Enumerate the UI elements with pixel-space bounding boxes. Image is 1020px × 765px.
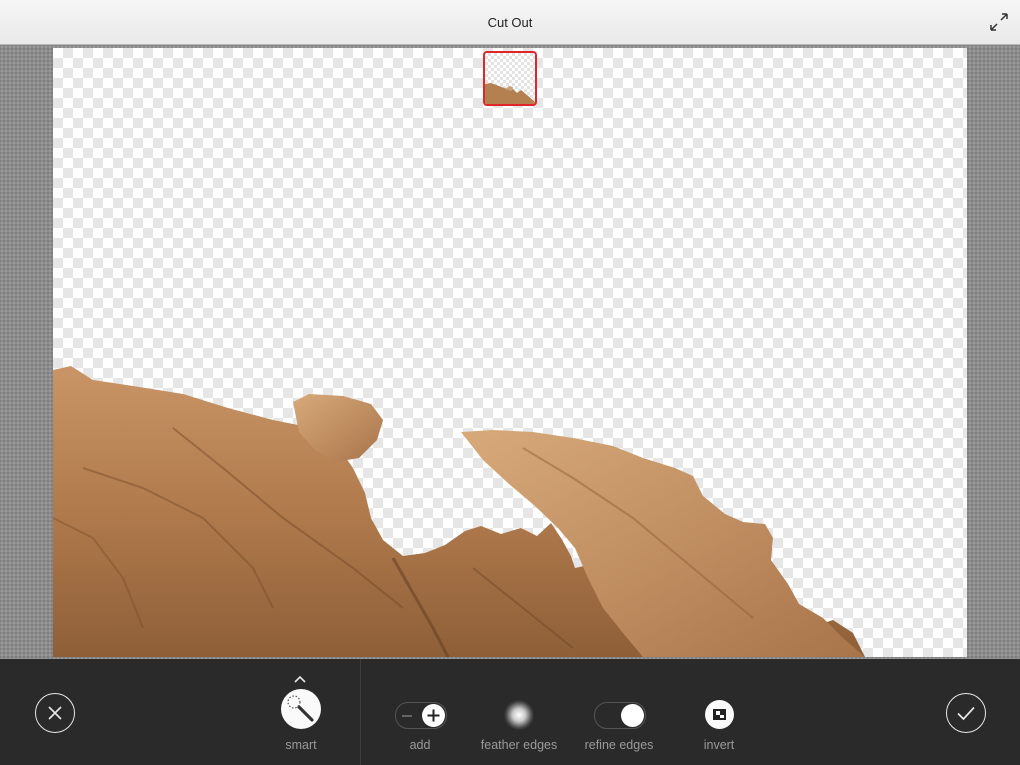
- refine-edges-tool[interactable]: refine edges: [575, 659, 665, 765]
- chevron-up-icon[interactable]: [293, 674, 307, 684]
- invert-tool[interactable]: invert: [690, 659, 748, 765]
- minus-icon: [402, 715, 412, 717]
- invert-mask-icon: [705, 700, 734, 729]
- checkmark-icon: [957, 706, 975, 721]
- add-toggle[interactable]: [395, 702, 447, 729]
- feather-edges-label: feather edges: [480, 738, 558, 752]
- expand-arrows-icon[interactable]: [988, 11, 1010, 33]
- image-canvas[interactable]: [53, 48, 967, 657]
- add-label: add: [409, 738, 431, 752]
- workspace: [0, 45, 1020, 659]
- smart-label: smart: [285, 738, 317, 752]
- cancel-button[interactable]: [35, 693, 75, 733]
- bottom-toolbar: smart add feather edges refine edges inv…: [0, 659, 1020, 765]
- feather-edges-tool[interactable]: feather edges: [470, 659, 570, 765]
- close-icon: [48, 706, 62, 720]
- toggle-knob: [422, 704, 445, 727]
- toggle-knob: [621, 704, 644, 727]
- page-title: Cut Out: [487, 15, 533, 30]
- confirm-button[interactable]: [946, 693, 986, 733]
- refine-edges-toggle[interactable]: [594, 702, 646, 729]
- refine-edges-label: refine edges: [584, 738, 654, 752]
- plus-icon: [427, 709, 440, 722]
- add-tool[interactable]: add: [393, 659, 449, 765]
- smart-tool[interactable]: smart: [270, 659, 332, 765]
- invert-label: invert: [703, 738, 735, 752]
- rock-cutout-image: [53, 366, 865, 657]
- magic-wand-icon: [281, 689, 321, 729]
- soft-brush-icon: [504, 700, 534, 730]
- title-bar: Cut Out: [0, 0, 1020, 45]
- image-thumbnail[interactable]: [483, 51, 537, 106]
- toolbar-divider: [360, 659, 361, 765]
